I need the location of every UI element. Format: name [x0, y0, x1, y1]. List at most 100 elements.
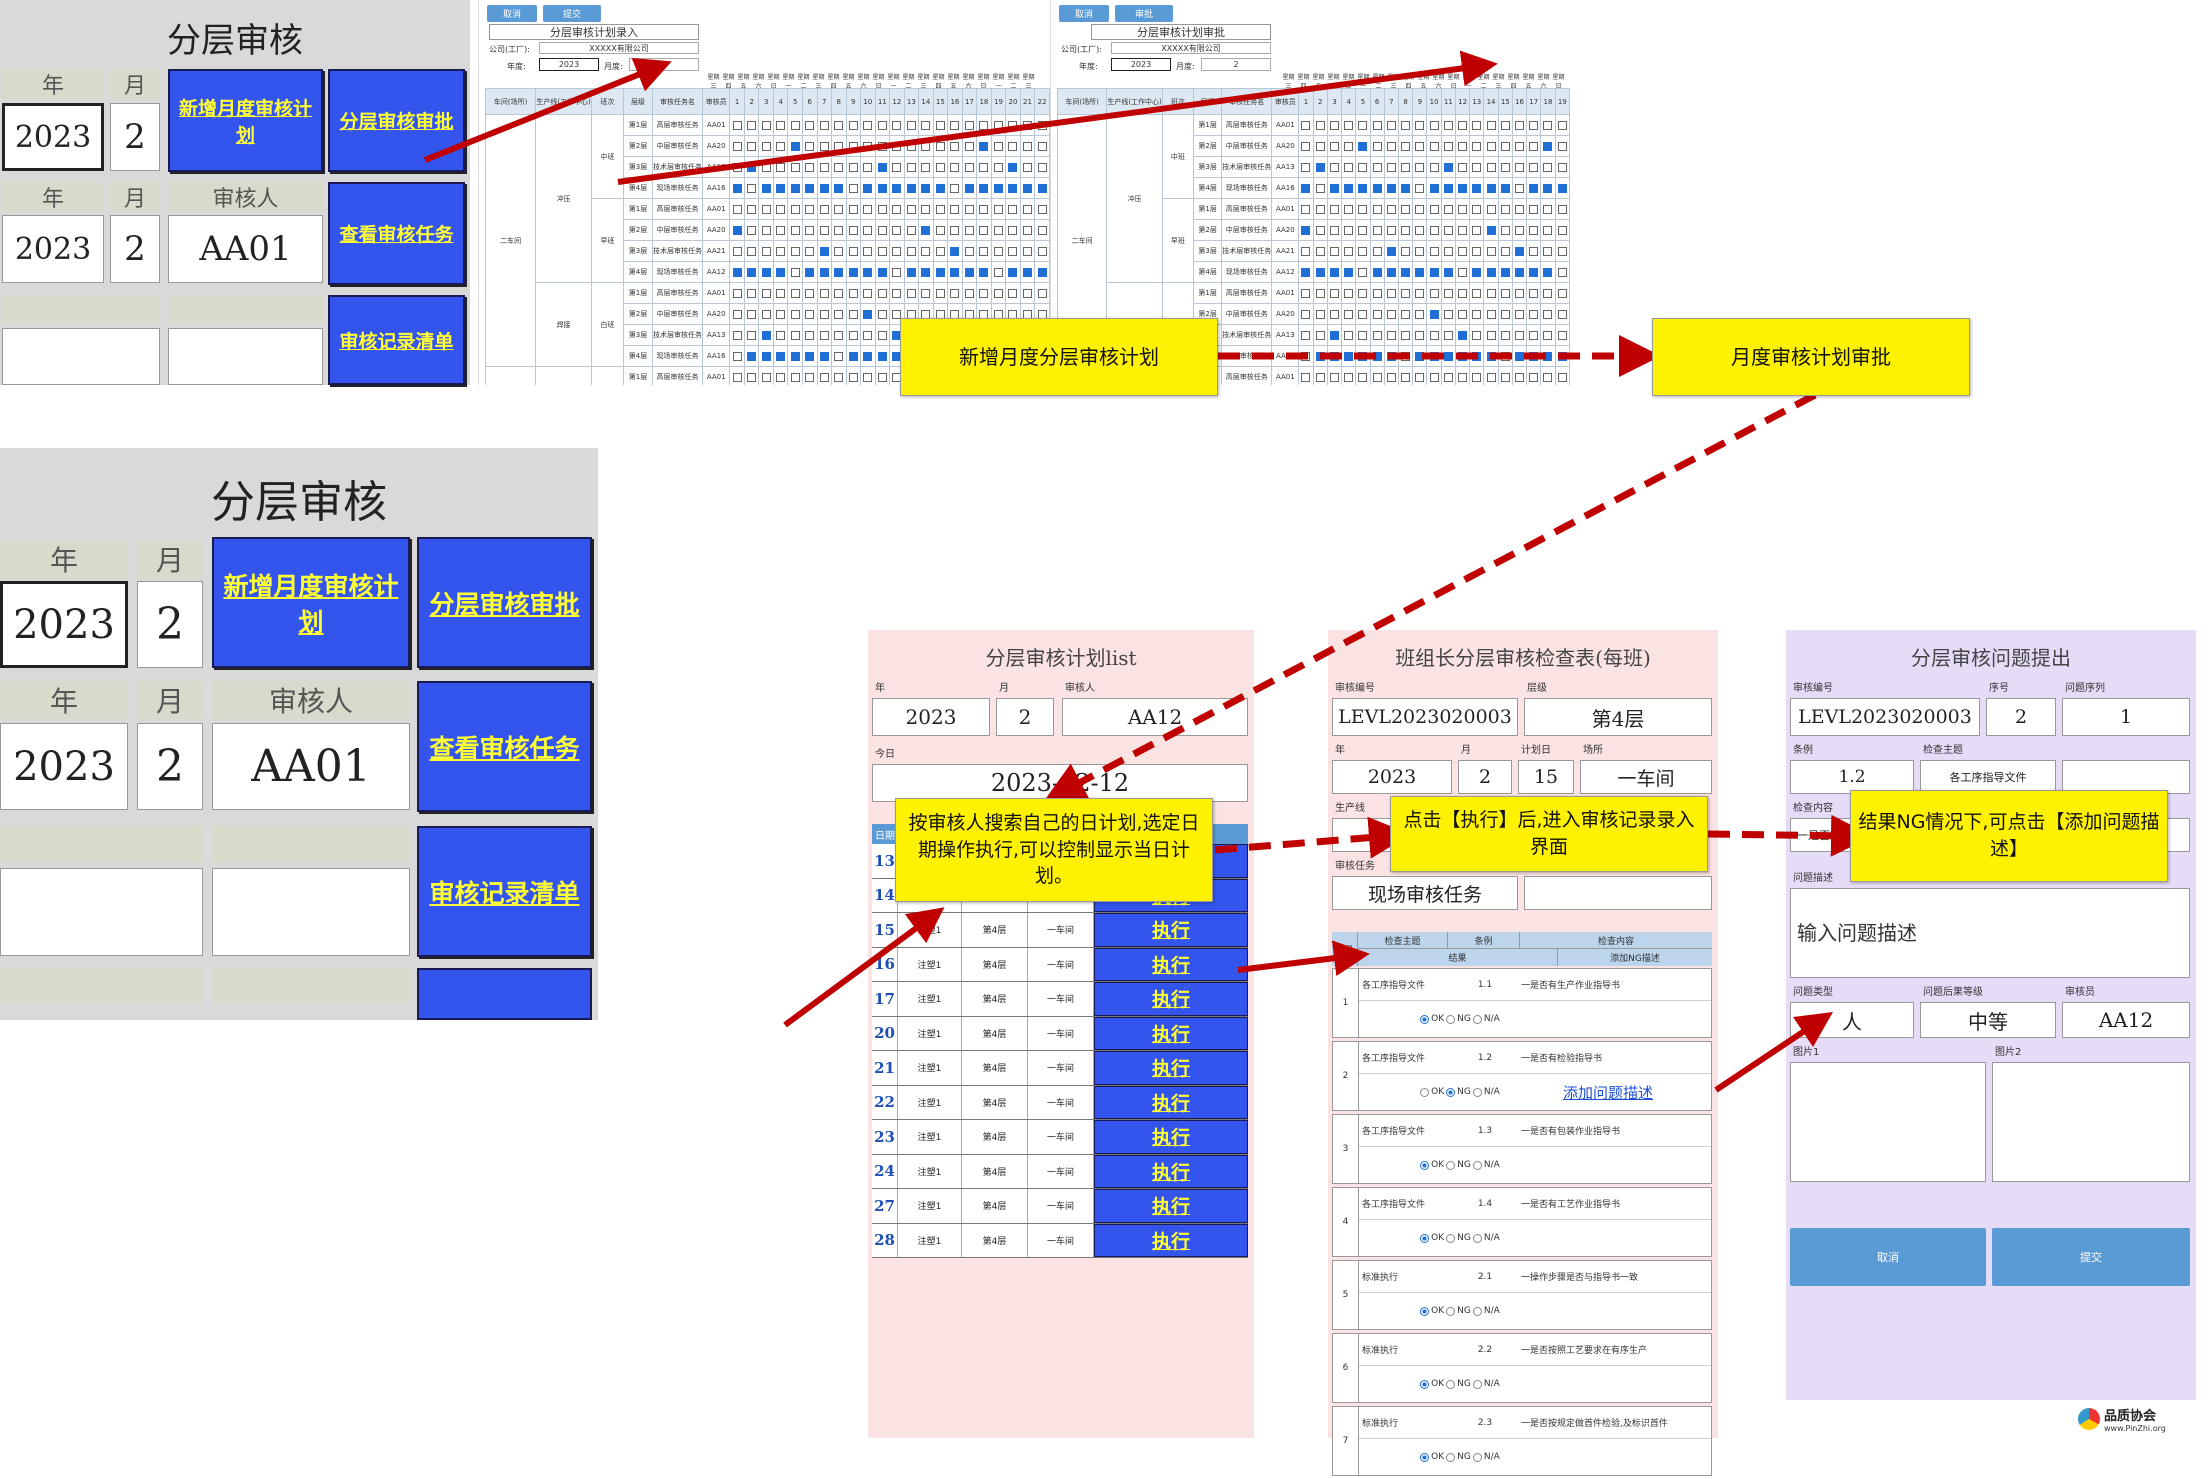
day-checkbox-cell[interactable] [1369, 135, 1385, 157]
checkbox[interactable] [1486, 246, 1496, 256]
day-checkbox-cell[interactable] [787, 240, 803, 262]
day-checkbox-cell[interactable] [772, 261, 789, 283]
checkbox[interactable] [1515, 372, 1524, 382]
day-checkbox-cell[interactable] [1454, 177, 1471, 199]
cancel-button[interactable]: 取消 [1059, 5, 1109, 22]
day-checkbox-cell[interactable] [743, 282, 760, 304]
checkbox[interactable] [1386, 288, 1396, 298]
checkbox[interactable] [1415, 141, 1425, 151]
checkbox[interactable] [761, 120, 771, 130]
day-checkbox-cell[interactable] [1369, 261, 1385, 283]
day-checkbox-cell[interactable] [816, 324, 832, 346]
checkbox[interactable] [1486, 372, 1496, 382]
checkbox[interactable] [848, 141, 858, 151]
checkbox[interactable] [1529, 309, 1539, 319]
audit-records-button[interactable]: 审核记录清单 [328, 295, 465, 385]
day-checkbox-cell[interactable] [947, 240, 963, 262]
day-checkbox-cell[interactable] [772, 324, 789, 346]
day-checkbox-cell[interactable] [1440, 198, 1456, 220]
checkbox[interactable] [1037, 267, 1047, 277]
checkbox[interactable] [761, 372, 771, 382]
checkbox[interactable] [863, 309, 873, 319]
checkbox[interactable] [950, 267, 960, 277]
day-checkbox-cell[interactable] [1540, 345, 1556, 367]
day-checkbox-cell[interactable] [758, 135, 774, 157]
day-checkbox-cell[interactable] [1497, 282, 1513, 304]
execute-button[interactable]: 执行 [1094, 1154, 1248, 1188]
day-checkbox-cell[interactable] [1312, 366, 1328, 385]
checkbox[interactable] [964, 162, 974, 172]
day-checkbox-cell[interactable] [947, 177, 963, 199]
checkbox[interactable] [1486, 141, 1496, 151]
checkbox[interactable] [1500, 246, 1510, 256]
checkbox[interactable] [1529, 330, 1539, 340]
day-checkbox-cell[interactable] [1355, 156, 1371, 178]
checkbox[interactable] [950, 141, 960, 151]
day-checkbox-cell[interactable] [1312, 345, 1328, 367]
day-checkbox-cell[interactable] [889, 240, 905, 262]
checkbox[interactable] [747, 351, 757, 361]
checkbox[interactable] [950, 204, 960, 214]
checkbox[interactable] [1372, 288, 1382, 298]
day-checkbox-cell[interactable] [743, 114, 760, 136]
year-field[interactable]: 2023 [539, 58, 599, 71]
day-checkbox-cell[interactable] [1341, 324, 1357, 346]
checkbox[interactable] [761, 267, 771, 277]
checkbox[interactable] [1386, 141, 1396, 151]
day-checkbox-cell[interactable] [1034, 240, 1050, 262]
checkbox[interactable] [877, 330, 887, 340]
day-checkbox-cell[interactable] [1511, 114, 1528, 136]
checkbox[interactable] [979, 204, 989, 214]
day-checkbox-cell[interactable] [1005, 240, 1021, 262]
day-checkbox-cell[interactable] [1383, 240, 1400, 262]
checkbox[interactable] [1037, 225, 1047, 235]
day-checkbox-cell[interactable] [772, 240, 789, 262]
checkbox[interactable] [1358, 225, 1368, 235]
day-checkbox-cell[interactable] [932, 282, 949, 304]
day-checkbox-cell[interactable] [1312, 282, 1328, 304]
checkbox[interactable] [877, 309, 887, 319]
day-checkbox-cell[interactable] [1440, 177, 1456, 199]
day-checkbox-cell[interactable] [1369, 219, 1385, 241]
day-checkbox-cell[interactable] [1483, 135, 1499, 157]
checkbox[interactable] [863, 351, 873, 361]
checkbox[interactable] [993, 204, 1003, 214]
checkbox[interactable] [1415, 309, 1425, 319]
checkbox[interactable] [1429, 267, 1439, 277]
day-checkbox-cell[interactable] [1412, 198, 1428, 220]
checkbox[interactable] [1301, 204, 1311, 214]
day-checkbox-cell[interactable] [1398, 261, 1414, 283]
checkbox[interactable] [877, 267, 887, 277]
view-tasks-button[interactable]: 查看审核任务 [328, 182, 465, 285]
day-checkbox-cell[interactable] [1554, 261, 1570, 283]
day-checkbox-cell[interactable] [1369, 324, 1385, 346]
checkbox[interactable] [1515, 183, 1524, 193]
checkbox[interactable] [863, 372, 873, 382]
checkbox[interactable] [732, 246, 742, 256]
checkbox[interactable] [979, 141, 989, 151]
checkbox[interactable] [993, 288, 1003, 298]
day-checkbox-cell[interactable] [903, 282, 920, 304]
checkbox[interactable] [1429, 162, 1439, 172]
day-checkbox-cell[interactable] [889, 261, 905, 283]
day-checkbox-cell[interactable] [860, 366, 876, 385]
checkbox[interactable] [877, 183, 887, 193]
result-radio-na[interactable] [1472, 1014, 1482, 1024]
checkbox[interactable] [935, 162, 945, 172]
checkbox[interactable] [761, 288, 771, 298]
checkbox[interactable] [1386, 204, 1396, 214]
checkbox[interactable] [1344, 183, 1354, 193]
checkbox[interactable] [892, 183, 902, 193]
day-checkbox-cell[interactable] [1497, 198, 1513, 220]
checkbox[interactable] [1472, 246, 1482, 256]
checkbox[interactable] [1500, 225, 1510, 235]
day-checkbox-cell[interactable] [1497, 345, 1513, 367]
day-checkbox-cell[interactable] [772, 198, 789, 220]
checkbox[interactable] [1372, 204, 1382, 214]
day-checkbox-cell[interactable] [1412, 114, 1428, 136]
day-checkbox-cell[interactable] [772, 135, 789, 157]
checkbox[interactable] [1386, 330, 1396, 340]
day-checkbox-cell[interactable] [1469, 156, 1485, 178]
cancel-button[interactable]: 取消 [1790, 1228, 1986, 1286]
checkbox[interactable] [1415, 120, 1425, 130]
